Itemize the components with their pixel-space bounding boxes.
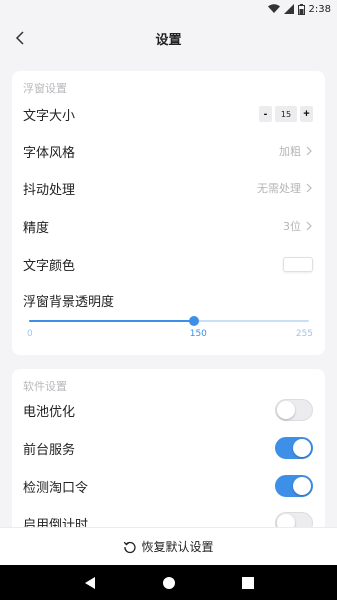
foreground-service-label: 前台服务 (23, 442, 76, 458)
row-foreground-service: 前台服务 (23, 437, 313, 459)
bg-opacity-label: 浮窗背景透明度 (23, 294, 115, 310)
row-text-color: 文字颜色 (23, 253, 313, 275)
jitter-value: 无需处理 (257, 182, 301, 195)
software-settings-card: 软件设置 电池优化 前台服务 检测淘口令 启用倒计时 (12, 369, 325, 539)
float-settings-card: 浮窗设置 文字大小 - 15 + 字体风格 加粗 抖动处理 无需处理 精度 3位… (12, 71, 325, 355)
slider-current-label: 150 (189, 329, 207, 339)
precision-value: 3位 (283, 220, 301, 233)
font-style-value-group: 加粗 (279, 143, 313, 159)
precision-value-group: 3位 (283, 218, 313, 234)
foreground-service-toggle[interactable] (275, 437, 313, 459)
font-size-value: 15 (275, 106, 297, 122)
toggle-knob (293, 477, 311, 495)
row-battery-optimization: 电池优化 (23, 399, 313, 421)
section-label-software: 软件设置 (23, 380, 67, 393)
chevron-right-icon (306, 146, 312, 156)
font-size-increase-button[interactable]: + (300, 106, 313, 122)
wifi-icon (267, 4, 280, 13)
reset-defaults-button[interactable]: 恢复默认设置 (0, 527, 337, 565)
row-jitter[interactable]: 抖动处理 无需处理 (23, 177, 313, 199)
font-size-label: 文字大小 (23, 108, 76, 124)
row-detect-taobao-code: 检测淘口令 (23, 475, 313, 497)
slider-fill (29, 320, 194, 322)
font-style-label: 字体风格 (23, 145, 76, 161)
font-size-stepper: - 15 + (259, 106, 313, 122)
slider-thumb[interactable] (188, 316, 199, 326)
status-bar: 2:38 (0, 0, 337, 18)
jitter-label: 抖动处理 (23, 182, 76, 198)
text-color-label: 文字颜色 (23, 258, 76, 274)
detect-taobao-code-toggle[interactable] (275, 475, 313, 497)
row-font-size: 文字大小 - 15 + (23, 103, 313, 125)
battery-optimization-label: 电池优化 (23, 404, 76, 420)
toggle-knob (277, 401, 295, 419)
status-time: 2:38 (308, 3, 331, 15)
chevron-left-icon (15, 31, 24, 45)
refresh-icon (124, 541, 137, 553)
font-size-decrease-button[interactable]: - (259, 106, 272, 122)
font-style-value: 加粗 (279, 145, 301, 158)
battery-optimization-toggle[interactable] (275, 399, 313, 421)
row-precision[interactable]: 精度 3位 (23, 215, 313, 237)
row-bg-opacity: 浮窗背景透明度 (23, 289, 313, 311)
chevron-right-icon (306, 221, 312, 231)
battery-icon (297, 3, 305, 15)
toggle-knob (293, 439, 311, 457)
chevron-right-icon (306, 183, 312, 193)
back-button[interactable] (8, 26, 32, 50)
nav-home-icon[interactable] (162, 576, 176, 590)
detect-taobao-code-label: 检测淘口令 (23, 480, 89, 496)
slider-min-label: 0 (27, 329, 33, 339)
page-title: 设置 (155, 32, 182, 48)
signal-icon (283, 4, 294, 14)
reset-defaults-label: 恢复默认设置 (141, 540, 214, 554)
jitter-value-group: 无需处理 (257, 180, 313, 196)
text-color-swatch[interactable] (283, 256, 313, 272)
system-nav-bar (0, 565, 337, 600)
slider-max-label: 255 (295, 329, 313, 339)
bg-opacity-slider[interactable] (29, 311, 309, 331)
app-bar: 设置 (0, 18, 337, 58)
nav-recents-icon[interactable] (242, 576, 255, 589)
precision-label: 精度 (23, 220, 50, 236)
row-font-style[interactable]: 字体风格 加粗 (23, 140, 313, 162)
nav-back-icon[interactable] (83, 576, 97, 590)
section-label-float: 浮窗设置 (23, 82, 67, 95)
